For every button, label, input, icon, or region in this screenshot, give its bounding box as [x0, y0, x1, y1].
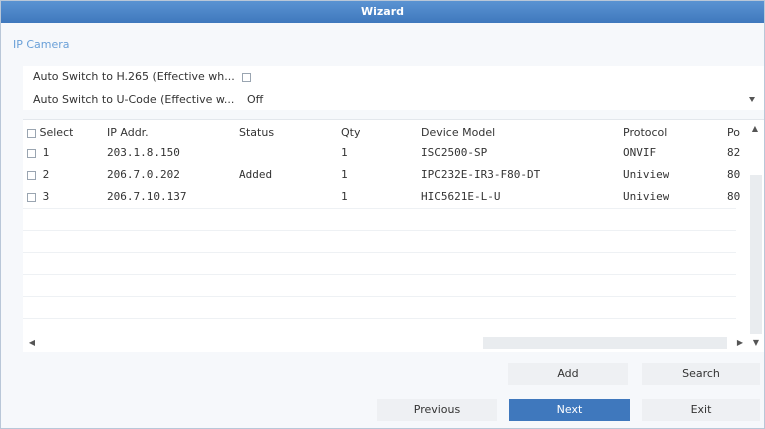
- header-protocol[interactable]: Protocol: [623, 126, 667, 139]
- row-protocol: ONVIF: [623, 146, 657, 159]
- row-protocol: Uniview: [623, 168, 670, 181]
- h265-option: Auto Switch to H.265 (Effective wh...: [33, 67, 252, 87]
- vertical-scrollbar[interactable]: ▲: [740, 120, 762, 352]
- breadcrumb: IP Camera: [13, 38, 70, 51]
- ucode-option: Auto Switch to U-Code (Effective w...: [33, 90, 234, 110]
- row-model: IPC232E-IR3-F80-DT: [421, 168, 541, 181]
- horizontal-scroll-track[interactable]: [483, 337, 727, 349]
- horizontal-scrollbar[interactable]: ◀ ▶ ▼: [23, 334, 764, 350]
- scroll-up-icon[interactable]: ▲: [750, 124, 760, 134]
- table-row[interactable]: 1 203.1.8.150 1 ISC2500-SP ONVIF 82: [23, 142, 740, 164]
- chevron-down-icon: [749, 97, 755, 102]
- row-select[interactable]: 3: [27, 186, 49, 208]
- camera-table: Select IP Addr. Status Qty Device Model …: [23, 119, 764, 352]
- row-qty: 1: [341, 190, 348, 203]
- exit-button[interactable]: Exit: [642, 399, 760, 421]
- ucode-select[interactable]: Off: [245, 90, 763, 110]
- options-panel: Auto Switch to H.265 (Effective wh... Au…: [23, 66, 764, 110]
- row-select[interactable]: 2: [27, 164, 49, 186]
- row-divider: [23, 318, 736, 319]
- header-qty[interactable]: Qty: [341, 126, 360, 139]
- row-status: Added: [239, 168, 273, 181]
- row-port: 80: [727, 168, 741, 181]
- row-port: 80: [727, 190, 741, 203]
- vertical-scroll-track[interactable]: [750, 175, 762, 335]
- scroll-right-icon[interactable]: ▶: [735, 338, 745, 348]
- row-divider: [23, 274, 736, 275]
- window-title: Wizard: [1, 1, 764, 23]
- row-divider: [23, 296, 736, 297]
- wizard-window: Wizard IP Camera Auto Switch to H.265 (E…: [0, 0, 765, 429]
- row-model: HIC5621E-L-U: [421, 190, 501, 203]
- header-ip[interactable]: IP Addr.: [107, 126, 149, 139]
- ucode-value: Off: [247, 93, 264, 106]
- row-qty: 1: [341, 146, 348, 159]
- h265-label: Auto Switch to H.265 (Effective wh...: [33, 70, 235, 83]
- select-all[interactable]: Select: [27, 126, 73, 139]
- header-port[interactable]: Po: [727, 126, 740, 139]
- row-select[interactable]: 1: [27, 142, 49, 164]
- scroll-down-icon[interactable]: ▼: [751, 338, 761, 348]
- previous-button[interactable]: Previous: [377, 399, 497, 421]
- row-port: 82: [727, 146, 741, 159]
- header-model[interactable]: Device Model: [421, 126, 495, 139]
- row-divider: [23, 252, 736, 253]
- row-qty: 1: [341, 168, 348, 181]
- row-ip: 203.1.8.150: [107, 146, 180, 159]
- row-ip: 206.7.10.137: [107, 190, 187, 203]
- h265-checkbox[interactable]: [242, 72, 252, 82]
- table-row[interactable]: 2 206.7.0.202 Added 1 IPC232E-IR3-F80-DT…: [23, 164, 740, 186]
- row-number: 3: [42, 190, 50, 203]
- next-button[interactable]: Next: [509, 399, 630, 421]
- table-row[interactable]: 3 206.7.10.137 1 HIC5621E-L-U Uniview 80: [23, 186, 740, 208]
- table-header: Select IP Addr. Status Qty Device Model …: [23, 120, 764, 144]
- row-protocol: Uniview: [623, 190, 670, 203]
- add-button[interactable]: Add: [508, 363, 628, 385]
- row-ip: 206.7.0.202: [107, 168, 180, 181]
- row-checkbox[interactable]: [27, 148, 36, 158]
- header-status[interactable]: Status: [239, 126, 274, 139]
- row-checkbox[interactable]: [27, 192, 36, 202]
- row-number: 2: [42, 168, 50, 181]
- select-all-checkbox[interactable]: [27, 128, 36, 138]
- header-select: Select: [39, 126, 74, 139]
- row-checkbox[interactable]: [27, 170, 36, 180]
- scroll-left-icon[interactable]: ◀: [27, 338, 37, 348]
- search-button[interactable]: Search: [642, 363, 760, 385]
- row-divider: [23, 230, 736, 231]
- row-divider: [23, 208, 736, 209]
- row-number: 1: [42, 146, 50, 159]
- ucode-label: Auto Switch to U-Code (Effective w...: [33, 93, 235, 106]
- row-model: ISC2500-SP: [421, 146, 488, 159]
